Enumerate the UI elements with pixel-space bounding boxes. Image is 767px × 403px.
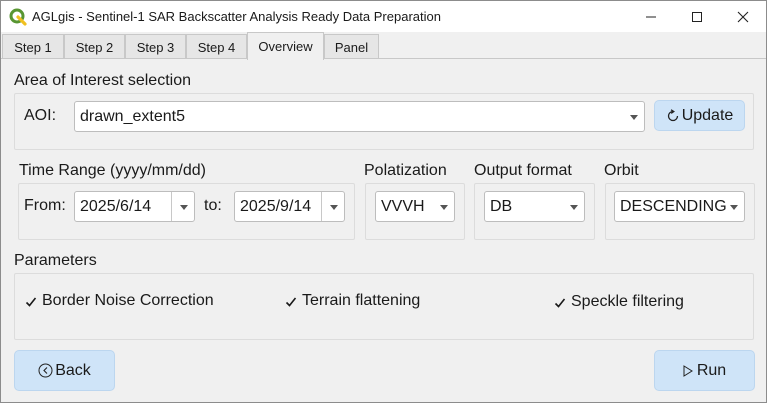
chevron-down-icon[interactable]: [330, 204, 338, 210]
aoi-select[interactable]: drawn_extent5: [74, 101, 645, 132]
speckle-filtering-checkbox[interactable]: Speckle filtering: [554, 293, 684, 311]
orbit-select[interactable]: DESCENDING: [614, 191, 745, 222]
play-icon: [683, 364, 693, 377]
chevron-down-icon: [570, 204, 578, 210]
qgis-logo-icon: [9, 8, 27, 26]
minimize-icon: [645, 11, 657, 23]
tab-label: Panel: [334, 39, 369, 55]
from-date-field[interactable]: 2025/6/14: [74, 191, 195, 222]
polarization-title: Polatization: [364, 162, 447, 179]
app-window: AGLgis - Sentinel-1 SAR Backscatter Anal…: [0, 0, 767, 403]
back-button[interactable]: Back: [14, 350, 115, 391]
minimize-button[interactable]: [628, 1, 674, 32]
close-icon: [737, 11, 749, 23]
run-button-label: Run: [696, 361, 727, 379]
tab-step-4[interactable]: Step 4: [186, 34, 247, 59]
time-range-group: From: 2025/6/14 to: 2025/9/14: [18, 183, 355, 240]
parameters-title: Parameters: [14, 252, 97, 269]
chevron-down-icon: [730, 204, 738, 210]
tab-label: Step 1: [14, 39, 52, 55]
polarization-select[interactable]: VVVH: [375, 191, 455, 222]
refresh-icon: [666, 108, 680, 123]
to-date-field[interactable]: 2025/9/14: [234, 191, 345, 222]
tab-step-2[interactable]: Step 2: [64, 34, 125, 59]
maximize-button[interactable]: [674, 1, 720, 32]
checkmark-icon: [25, 295, 37, 307]
title-bar[interactable]: AGLgis - Sentinel-1 SAR Backscatter Anal…: [1, 1, 766, 32]
aoi-section-title: Area of Interest selection: [14, 72, 191, 89]
to-label: to:: [204, 197, 222, 214]
aoi-value: drawn_extent5: [80, 107, 185, 125]
tab-bar: Step 1 Step 2 Step 3 Step 4 Overview Pan…: [1, 32, 766, 60]
output-format-title: Output format: [474, 162, 572, 179]
tab-step-1[interactable]: Step 1: [2, 34, 64, 59]
tab-label: Overview: [258, 39, 313, 54]
tab-overview[interactable]: Overview: [247, 32, 324, 60]
border-noise-checkbox[interactable]: Border Noise Correction: [25, 292, 214, 310]
polarization-value: VVVH: [381, 197, 425, 215]
tab-panel[interactable]: Panel: [324, 34, 379, 59]
checkbox-label: Speckle filtering: [571, 293, 684, 310]
maximize-icon: [691, 11, 703, 23]
polarization-group: VVVH: [365, 183, 465, 240]
output-format-value: DB: [490, 197, 513, 215]
run-button[interactable]: Run: [654, 350, 755, 391]
checkmark-icon: [285, 295, 297, 307]
orbit-group: DESCENDING: [605, 183, 755, 240]
aoi-label: AOI:: [24, 107, 57, 124]
time-range-title: Time Range (yyyy/mm/dd): [19, 162, 206, 179]
orbit-value: DESCENDING: [620, 197, 727, 215]
output-format-group: DB: [474, 183, 595, 240]
chevron-down-icon: [440, 204, 448, 210]
tab-label: Step 4: [197, 39, 236, 55]
tab-label: Step 2: [75, 39, 114, 55]
overview-panel: Area of Interest selection AOI: drawn_ex…: [1, 59, 766, 402]
from-date-value: 2025/6/14: [80, 197, 152, 215]
back-arrow-icon: [38, 363, 53, 378]
from-label: From:: [24, 197, 66, 214]
checkbox-label: Border Noise Correction: [42, 292, 214, 309]
tab-step-3[interactable]: Step 3: [125, 34, 186, 59]
parameters-group: Border Noise Correction Terrain flatteni…: [14, 273, 754, 340]
back-button-label: Back: [55, 361, 91, 379]
aoi-group: AOI: drawn_extent5 Update: [14, 93, 754, 150]
close-button[interactable]: [720, 1, 766, 32]
checkmark-icon: [554, 296, 566, 308]
chevron-down-icon[interactable]: [180, 204, 188, 210]
update-button-label: Update: [681, 106, 734, 124]
output-format-select[interactable]: DB: [484, 191, 585, 222]
tab-label: Step 3: [136, 39, 175, 55]
chevron-down-icon: [630, 114, 638, 120]
terrain-flattening-checkbox[interactable]: Terrain flattening: [285, 292, 420, 310]
window-title: AGLgis - Sentinel-1 SAR Backscatter Anal…: [32, 9, 441, 24]
checkbox-label: Terrain flattening: [302, 292, 421, 309]
divider: [321, 192, 322, 221]
to-date-value: 2025/9/14: [240, 197, 312, 215]
update-button[interactable]: Update: [654, 100, 745, 131]
divider: [171, 192, 172, 221]
orbit-title: Orbit: [604, 162, 639, 179]
